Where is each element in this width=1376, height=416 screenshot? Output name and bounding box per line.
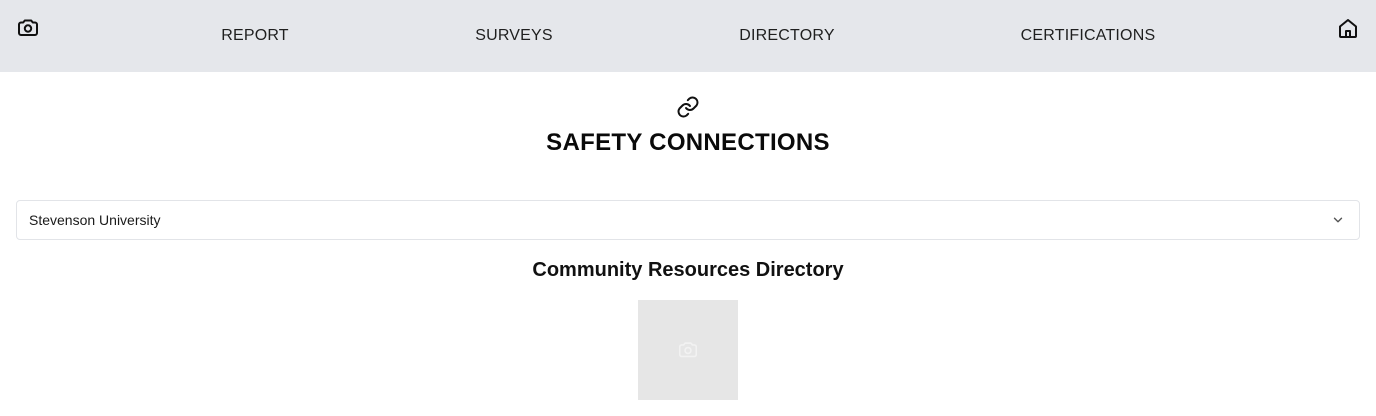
camera-icon [18,19,38,36]
image-placeholder-icon [678,342,698,358]
top-navigation-bar: REPORT SURVEYS DIRECTORY CERTIFICATIONS [0,0,1376,72]
link-icon [677,96,699,118]
camera-button[interactable] [14,14,42,42]
nav-certifications[interactable]: CERTIFICATIONS [1021,26,1156,46]
resource-image-placeholder [638,300,738,400]
institution-select-value: Stevenson University [29,212,161,228]
nav-surveys[interactable]: SURVEYS [475,26,553,46]
institution-select[interactable]: Stevenson University [16,200,1360,240]
section-title: Community Resources Directory [532,259,844,281]
home-icon [1339,19,1357,38]
nav-report[interactable]: REPORT [221,26,289,46]
nav-directory[interactable]: DIRECTORY [739,26,834,46]
page-title: SAFETY CONNECTIONS [546,129,830,156]
chevron-down-icon [1333,217,1343,223]
home-button[interactable] [1334,14,1362,42]
